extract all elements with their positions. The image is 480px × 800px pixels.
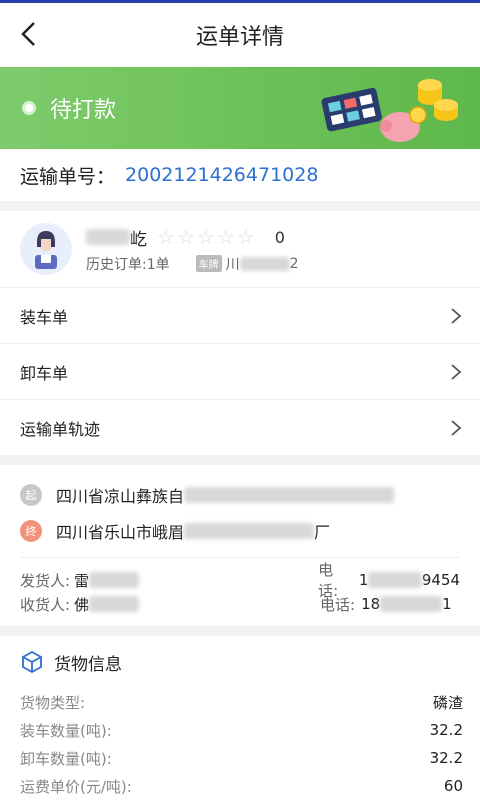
- cargo-type-label: 货物类型:: [20, 693, 86, 712]
- redacted-plate: [239, 256, 290, 271]
- plate-prefix: 川: [225, 256, 240, 273]
- cargo-card: 货物信息 货物类型: 磷渣 装车数量(吨): 32.2 卸车数量(吨): 32.…: [0, 636, 480, 800]
- avatar-icon: [20, 223, 72, 275]
- shipper-phone-prefix[interactable]: 1: [359, 571, 369, 589]
- redacted-shipper: [89, 572, 140, 588]
- redacted-name: [86, 229, 130, 245]
- end-address-suffix: 厂: [314, 523, 331, 542]
- cargo-row: 货物类型: 磷渣: [0, 688, 480, 716]
- cargo-row: 卸车数量(吨): 32.2: [0, 744, 480, 772]
- waybill-number-row: 运输单号： 2002121426471028: [0, 149, 480, 201]
- unloading-slip-link[interactable]: 卸车单: [0, 343, 480, 399]
- waybill-number[interactable]: 2002121426471028: [125, 164, 318, 186]
- shipper-name: 雷: [74, 571, 90, 590]
- end-address-prefix: 四川省乐山市峨眉: [56, 523, 185, 542]
- waybill-label: 运输单号：: [20, 165, 116, 188]
- freight-price-value: 60: [443, 777, 463, 795]
- shipper-label: 发货人:: [20, 571, 71, 590]
- back-arrow-icon[interactable]: [14, 19, 44, 49]
- receiver-phone-suffix: 1: [442, 595, 452, 613]
- chevron-right-icon: [451, 419, 462, 436]
- loading-slip-label: 装车单: [20, 307, 69, 327]
- status-label: 待打款: [50, 98, 117, 123]
- driver-name: 屹: [130, 229, 147, 250]
- star-icon: ☆: [157, 225, 175, 249]
- load-qty-label: 装车数量(吨):: [20, 721, 112, 740]
- calculator-coins-illustration: [321, 79, 458, 142]
- app-header: 运单详情: [0, 3, 480, 67]
- receiver-row: 收货人: 佛 电话: 18 1: [20, 592, 460, 616]
- cargo-header: 货物信息: [0, 636, 480, 688]
- receiver-phone-prefix[interactable]: 18: [361, 595, 380, 613]
- driver-card: 屹 ☆ ☆ ☆ ☆ ☆ 0 历史订单:1单 车牌 川 2 装车单 卸车单 运输单…: [0, 211, 480, 455]
- receiver-label: 收货人:: [20, 595, 71, 614]
- shipper-phone-suffix: 9454: [421, 571, 460, 589]
- redacted-shipper-phone: [368, 572, 422, 588]
- star-icon: ☆: [236, 225, 255, 249]
- waybill-track-link[interactable]: 运输单轨迹: [0, 399, 480, 455]
- star-icon: ☆: [176, 225, 195, 249]
- plate-tag: 车牌: [195, 255, 222, 272]
- cargo-row: 装车数量(吨): 32.2: [0, 716, 480, 744]
- unload-qty-label: 卸车数量(吨):: [20, 749, 112, 768]
- status-banner: 待打款: [0, 67, 480, 149]
- redacted-receiver-phone: [380, 596, 443, 612]
- redacted-end-address: [184, 523, 315, 539]
- cargo-type-value: 磷渣: [432, 693, 463, 712]
- route-end: 终 四川省乐山市峨眉 厂: [20, 513, 460, 549]
- rating-stars: ☆ ☆ ☆ ☆ ☆: [157, 225, 257, 249]
- chevron-right-icon: [451, 363, 462, 380]
- loading-slip-link[interactable]: 装车单: [0, 287, 480, 343]
- driver-info: 屹 ☆ ☆ ☆ ☆ ☆ 0 历史订单:1单 车牌 川 2: [0, 211, 480, 287]
- rating-score: 0: [274, 227, 285, 247]
- unloading-slip-label: 卸车单: [20, 363, 69, 383]
- star-icon: ☆: [196, 225, 215, 249]
- plate-suffix: 2: [289, 255, 299, 272]
- chevron-right-icon: [451, 307, 462, 324]
- load-qty-value: 32.2: [429, 721, 463, 739]
- receiver-name: 佛: [74, 595, 90, 614]
- redacted-receiver: [89, 596, 140, 612]
- start-address: 四川省凉山彝族自: [56, 487, 185, 506]
- status-dot-icon: [22, 101, 36, 115]
- end-badge: 终: [20, 520, 42, 542]
- star-icon: ☆: [216, 225, 235, 249]
- waybill-track-label: 运输单轨迹: [20, 419, 101, 439]
- cargo-row: 运费单价(元/吨): 60: [0, 772, 480, 800]
- route-start: 起 四川省凉山彝族自: [20, 477, 460, 513]
- redacted-start-address: [184, 487, 395, 503]
- receiver-phone-label: 电话:: [320, 595, 356, 614]
- history-orders: 历史订单:1单: [86, 256, 170, 273]
- route-card: 起 四川省凉山彝族自 终 四川省乐山市峨眉 厂 发货人: 雷 电话: 1 945…: [0, 465, 480, 626]
- start-badge: 起: [20, 484, 42, 506]
- box-icon: [22, 650, 42, 674]
- contacts: 发货人: 雷 电话: 1 9454 收货人: 佛 电话: 18 1: [20, 558, 460, 626]
- cargo-title: 货物信息: [54, 654, 122, 675]
- unload-qty-value: 32.2: [429, 749, 463, 767]
- shipper-row: 发货人: 雷 电话: 1 9454: [20, 561, 460, 600]
- page-title: 运单详情: [195, 25, 284, 50]
- freight-price-label: 运费单价(元/吨):: [20, 777, 132, 796]
